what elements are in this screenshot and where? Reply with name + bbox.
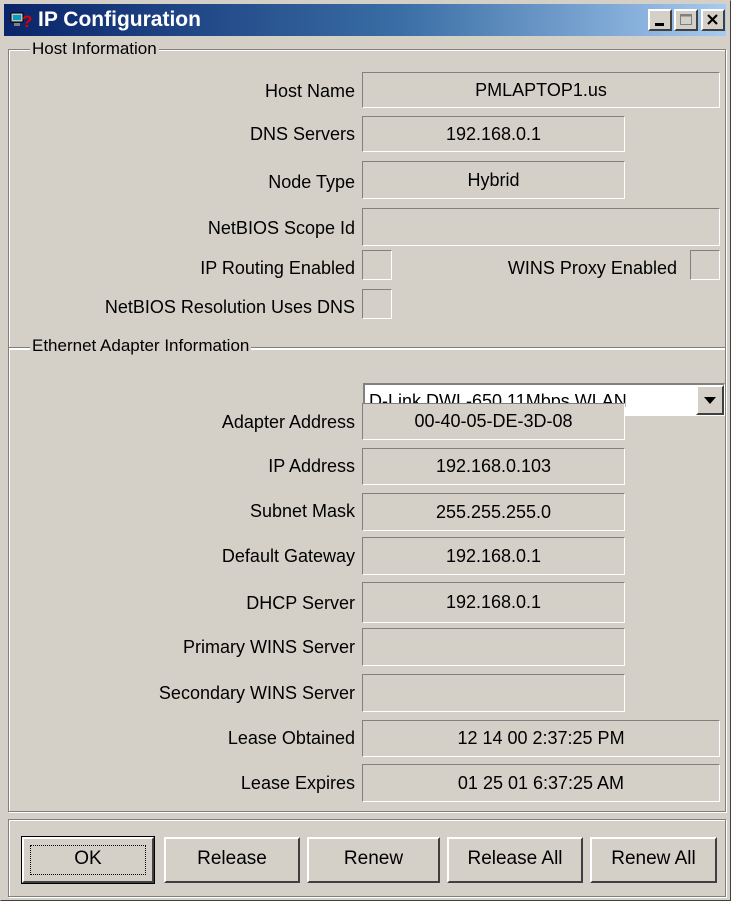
ip-routing-enabled-checkbox[interactable] bbox=[362, 250, 392, 280]
release-all-button[interactable]: Release All bbox=[447, 837, 583, 883]
title-bar[interactable]: ? IP Configuration bbox=[4, 4, 726, 36]
dns-servers-label: DNS Servers bbox=[249, 124, 355, 144]
window-title: IP Configuration bbox=[38, 8, 201, 31]
close-icon bbox=[707, 14, 718, 25]
subnet-mask-field: 255.255.255.0 bbox=[362, 493, 625, 531]
subnet-mask-label: Subnet Mask bbox=[249, 501, 355, 521]
lease-obtained-field: 12 14 00 2:37:25 PM bbox=[362, 720, 720, 757]
renew-all-button[interactable]: Renew All bbox=[590, 837, 717, 883]
renew-button-label: Renew bbox=[343, 848, 404, 869]
lease-expires-label: Lease Expires bbox=[240, 773, 355, 793]
node-type-label: Node Type bbox=[268, 172, 355, 192]
ip-configuration-window: ? IP Configuration Host Information Host… bbox=[0, 0, 731, 901]
release-button-label: Release bbox=[197, 848, 267, 869]
host-name-field: PMLAPTOP1.us bbox=[362, 72, 720, 108]
ip-address-field: 192.168.0.103 bbox=[362, 448, 625, 485]
lease-expires-field: 01 25 01 6:37:25 AM bbox=[362, 764, 720, 802]
adapter-address-field: 00-40-05-DE-3D-08 bbox=[362, 403, 625, 440]
adapter-information-legend: Ethernet Adapter Information bbox=[30, 336, 252, 356]
renew-all-button-label: Renew All bbox=[611, 848, 696, 869]
minimize-button[interactable] bbox=[648, 9, 672, 31]
maximize-icon bbox=[680, 14, 692, 25]
wins-proxy-enabled-checkbox[interactable] bbox=[690, 250, 720, 280]
secondary-wins-server-field bbox=[362, 674, 625, 712]
renew-button[interactable]: Renew bbox=[307, 837, 440, 883]
ip-address-label: IP Address bbox=[268, 456, 355, 476]
host-information-legend: Host Information bbox=[30, 39, 159, 59]
netbios-scope-id-field bbox=[362, 208, 720, 246]
wins-proxy-enabled-label: WINS Proxy Enabled bbox=[507, 258, 677, 278]
release-button[interactable]: Release bbox=[164, 837, 300, 883]
node-type-field: Hybrid bbox=[362, 161, 625, 199]
primary-wins-server-field bbox=[362, 628, 625, 666]
close-button[interactable] bbox=[701, 9, 725, 31]
minimize-icon bbox=[655, 23, 664, 26]
netbios-resolution-dns-checkbox[interactable] bbox=[362, 289, 392, 319]
release-all-button-label: Release All bbox=[467, 848, 563, 869]
dns-servers-field: 192.168.0.1 bbox=[362, 116, 625, 152]
dhcp-server-label: DHCP Server bbox=[246, 593, 355, 613]
adapter-dropdown-button[interactable] bbox=[696, 385, 724, 415]
dhcp-server-field: 192.168.0.1 bbox=[362, 582, 625, 623]
dropdown-arrow-icon bbox=[704, 397, 716, 404]
ok-button[interactable]: OK bbox=[21, 836, 155, 884]
default-gateway-field: 192.168.0.1 bbox=[362, 537, 625, 575]
maximize-button[interactable] bbox=[674, 9, 698, 31]
primary-wins-server-label: Primary WINS Server bbox=[182, 637, 355, 657]
netbios-resolution-dns-label: NetBIOS Resolution Uses DNS bbox=[104, 297, 355, 317]
netbios-scope-id-label: NetBIOS Scope Id bbox=[207, 218, 355, 238]
ip-routing-enabled-label: IP Routing Enabled bbox=[200, 258, 355, 278]
ok-button-label: OK bbox=[74, 848, 102, 869]
host-name-label: Host Name bbox=[264, 81, 355, 101]
secondary-wins-server-label: Secondary WINS Server bbox=[158, 683, 355, 703]
svg-text:?: ? bbox=[22, 12, 32, 30]
default-gateway-label: Default Gateway bbox=[221, 546, 355, 566]
network-help-icon: ? bbox=[10, 10, 32, 31]
adapter-address-label: Adapter Address bbox=[221, 412, 355, 432]
lease-obtained-label: Lease Obtained bbox=[227, 728, 355, 748]
